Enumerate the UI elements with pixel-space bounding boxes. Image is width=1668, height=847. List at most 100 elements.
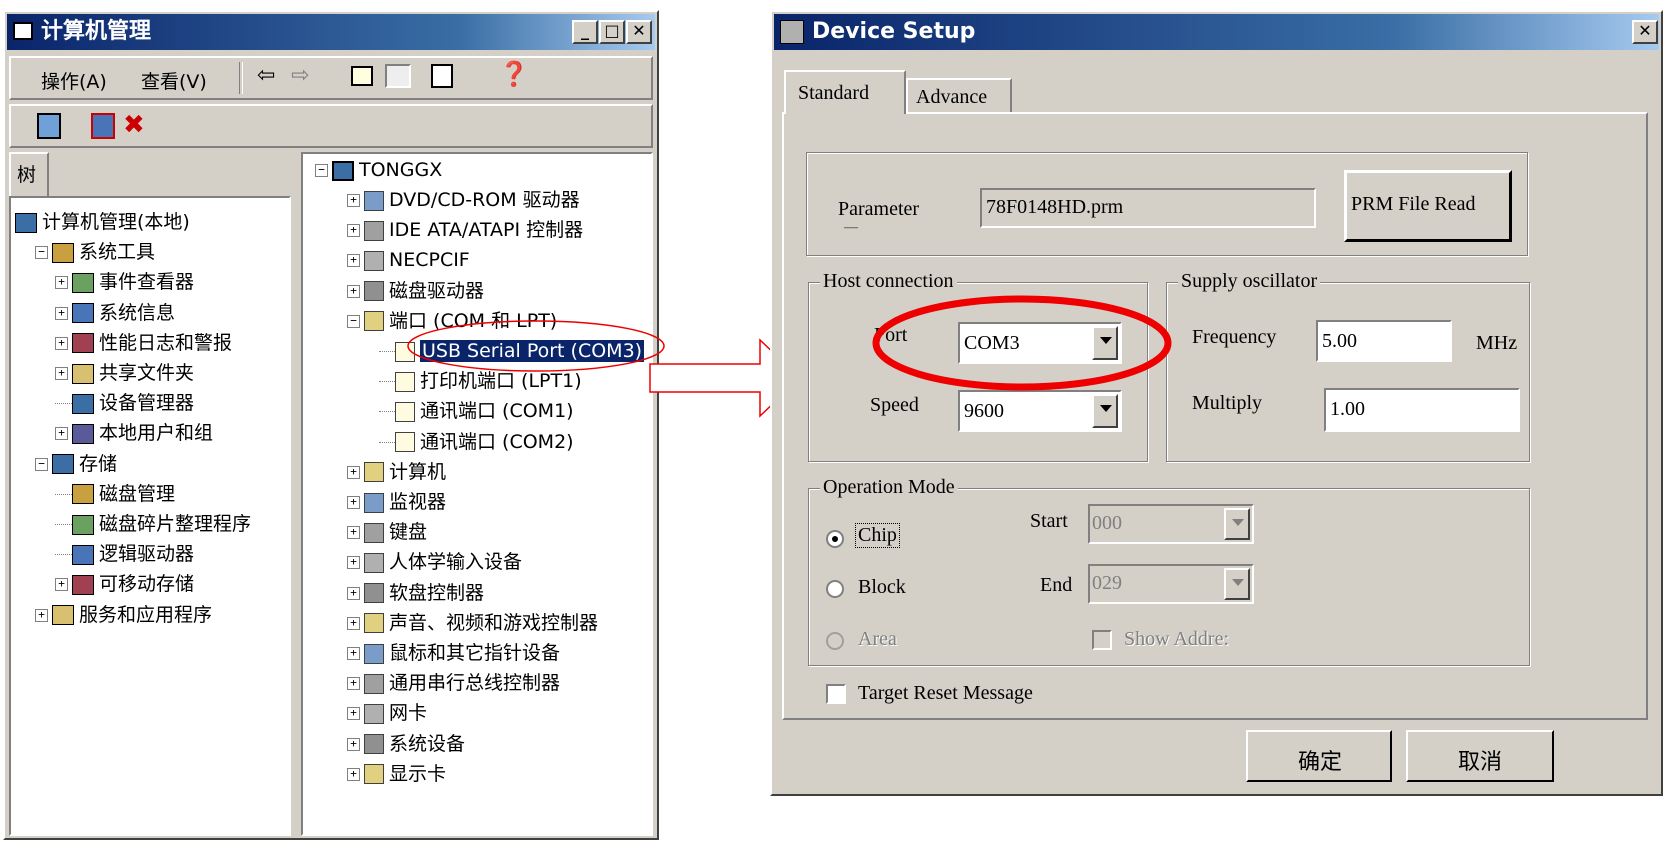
ok-button[interactable]: 确定 [1246,730,1392,782]
area-radio[interactable] [826,632,844,650]
minimize-button[interactable]: _ [572,20,598,44]
cm-title-bar[interactable]: 计算机管理 _ □ ✕ [7,14,655,50]
start-combo[interactable]: 000 [1088,504,1254,544]
close-button[interactable]: ✕ [1632,20,1658,44]
scan-hardware-icon[interactable] [37,113,61,139]
expand-icon[interactable]: + [347,284,360,298]
device-item[interactable]: + IDE ATA/ATAPI 控制器 [347,216,583,244]
device-item[interactable]: + 系统设备 [347,730,465,758]
tree-item[interactable]: 磁盘管理 [55,480,175,508]
device-item[interactable]: + 键盘 [347,518,427,546]
collapse-icon[interactable]: − [35,246,48,260]
chip-label[interactable]: Chip [855,523,900,548]
collapse-icon[interactable]: − [347,314,360,328]
expand-icon[interactable]: + [347,526,360,540]
expand-icon[interactable]: + [55,427,68,441]
tree-item[interactable]: − 系统工具 [35,238,155,266]
speed-combo[interactable]: 9600 [958,390,1122,432]
expand-icon[interactable]: + [35,608,48,622]
tree-item[interactable]: 计算机管理(本地) [15,208,190,236]
target-reset-checkbox[interactable] [826,684,846,704]
collapse-icon[interactable]: − [35,457,48,471]
menu-action[interactable]: 操作(A) [41,67,107,94]
device-item[interactable]: + 通用串行总线控制器 [347,669,560,697]
tab-standard[interactable]: Standard [784,70,906,114]
end-combo[interactable]: 029 [1088,564,1254,604]
maximize-button[interactable]: □ [599,20,625,44]
expand-icon[interactable]: + [347,194,360,207]
show-tree-icon[interactable] [385,64,411,88]
expand-icon[interactable]: + [55,578,68,592]
close-button[interactable]: ✕ [626,20,652,44]
device-item[interactable]: 通讯端口 (COM1) [379,397,574,425]
forward-arrow-icon[interactable]: ⇨ [291,63,309,88]
expand-icon[interactable]: + [347,616,360,630]
tree-node-icon [72,363,94,384]
up-folder-icon[interactable] [351,66,373,86]
device-item[interactable]: + 软盘控制器 [347,579,484,607]
expand-icon[interactable]: + [347,767,360,781]
tree-item[interactable]: + 性能日志和警报 [55,329,232,357]
tree-item[interactable]: + 共享文件夹 [55,359,194,387]
tree-item[interactable]: + 可移动存储 [55,570,194,598]
chip-radio[interactable] [826,530,844,548]
tab-advance[interactable]: Advance [906,78,1012,114]
device-item[interactable]: + 鼠标和其它指针设备 [347,639,560,667]
help-icon[interactable]: ❓ [499,60,529,88]
tree-item[interactable]: − 存储 [35,450,117,478]
device-item[interactable]: + 磁盘驱动器 [347,277,484,305]
expand-icon[interactable]: + [55,306,68,320]
expand-icon[interactable]: + [347,586,360,600]
collapse-icon[interactable]: − [315,164,328,177]
device-item[interactable]: + 计算机 [347,458,446,486]
expand-icon[interactable]: + [347,254,360,268]
device-item[interactable]: + 网卡 [347,699,427,727]
tree-item[interactable]: + 事件查看器 [55,268,194,296]
expand-icon[interactable]: + [347,465,360,479]
tree-item[interactable]: 设备管理器 [55,389,194,417]
device-item[interactable]: + 监视器 [347,488,446,516]
device-item[interactable]: + 人体学输入设备 [347,548,522,576]
tab-tree[interactable]: 树 [9,152,49,196]
device-item[interactable]: + DVD/CD-ROM 驱动器 [347,186,580,214]
device-item[interactable]: + 声音、视频和游戏控制器 [347,609,598,637]
expand-icon[interactable]: + [347,737,360,751]
ds-title-bar[interactable]: Device Setup ✕ [774,14,1659,50]
expand-icon[interactable]: + [55,276,68,290]
tree-item[interactable]: 磁盘碎片整理程序 [55,510,251,538]
tree-item[interactable]: 逻辑驱动器 [55,540,194,568]
expand-icon[interactable]: + [347,496,360,509]
tree-node-icon [72,333,94,354]
expand-icon[interactable]: + [347,647,360,660]
block-radio[interactable] [826,580,844,598]
device-item[interactable]: 通讯端口 (COM2) [379,428,574,456]
show-address-checkbox[interactable] [1092,630,1112,650]
target-reset-label[interactable]: Target Reset Message [858,682,1033,705]
expand-icon[interactable]: + [55,336,68,350]
device-item[interactable]: + 显示卡 [347,760,446,788]
expand-icon[interactable]: + [55,367,68,380]
uninstall-device-icon[interactable]: ✖ [123,111,145,139]
multiply-input[interactable]: 1.00 [1324,388,1520,432]
menu-view[interactable]: 查看(V) [141,67,207,94]
chevron-down-icon[interactable] [1224,508,1250,540]
properties-icon[interactable] [431,64,453,88]
expand-icon[interactable]: + [347,556,360,570]
cancel-button[interactable]: 取消 [1406,730,1554,782]
expand-icon[interactable]: + [347,677,360,691]
device-item[interactable]: + NECPCIF [347,246,470,274]
prm-file-read-button[interactable]: PRM File Read [1344,170,1512,242]
chevron-down-icon[interactable] [1224,568,1250,600]
tree-item[interactable]: + 本地用户和组 [55,419,213,447]
expand-icon[interactable]: + [347,224,360,238]
block-label[interactable]: Block [858,576,906,599]
device-root[interactable]: − TONGGX [315,156,442,184]
tree-item[interactable]: + 服务和应用程序 [35,601,212,629]
parameter-file-field[interactable]: 78F0148HD.prm [980,188,1316,228]
frequency-input[interactable]: 5.00 [1316,320,1452,362]
expand-icon[interactable]: + [347,707,360,721]
chevron-down-icon[interactable] [1092,394,1118,428]
disable-device-icon[interactable] [91,113,115,139]
back-arrow-icon[interactable]: ⇦ [257,63,275,88]
tree-item[interactable]: + 系统信息 [55,299,175,327]
